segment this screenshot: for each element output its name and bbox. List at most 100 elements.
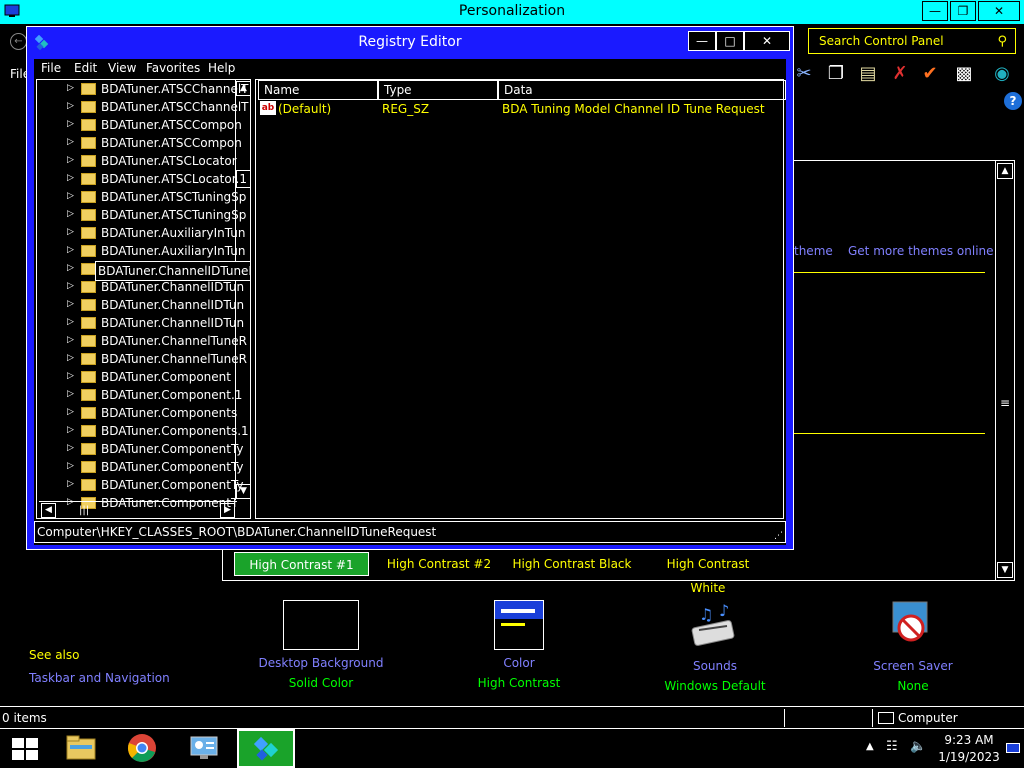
tree-item[interactable]: ▷ BDATuner.ATSCCompon bbox=[37, 135, 242, 153]
expand-arrow-icon[interactable]: ▷ bbox=[67, 137, 74, 147]
theme-link[interactable]: theme bbox=[794, 244, 833, 258]
theme-high-contrast-1[interactable]: High Contrast #1 bbox=[234, 552, 369, 576]
close-button[interactable]: ✕ bbox=[978, 1, 1020, 21]
theme-high-contrast-black[interactable]: High Contrast Black bbox=[512, 552, 632, 576]
minimize-button[interactable]: — bbox=[688, 31, 716, 51]
copy-icon[interactable]: ❐ bbox=[824, 62, 848, 86]
taskbar-file-explorer[interactable] bbox=[52, 729, 110, 768]
expand-arrow-icon[interactable]: ▷ bbox=[67, 119, 74, 129]
color-thumbnail[interactable] bbox=[494, 600, 544, 650]
clock-date[interactable]: 1/19/2023 bbox=[936, 750, 1002, 764]
column-header-type[interactable]: Type bbox=[378, 80, 498, 100]
tree-item[interactable]: ▷ BDATuner.ChannelTuneR bbox=[37, 351, 247, 369]
cut-icon[interactable]: ✂ bbox=[792, 62, 816, 86]
expand-arrow-icon[interactable]: ▷ bbox=[67, 407, 74, 417]
network-icon[interactable]: ☷ bbox=[886, 739, 902, 755]
tree-item[interactable]: ▷ BDATuner.ChannelIDTun bbox=[37, 315, 244, 333]
registry-editor-window[interactable]: Registry Editor — □ ✕ File Edit View Fav… bbox=[26, 26, 794, 550]
menu-view[interactable]: View bbox=[108, 61, 136, 75]
expand-arrow-icon[interactable]: ▷ bbox=[67, 173, 74, 183]
tree-item[interactable]: ▷ BDATuner.ATSCCompon bbox=[37, 117, 242, 135]
menu-help[interactable]: Help bbox=[208, 61, 235, 75]
tree-item[interactable]: ▷ BDATuner.AuxiliaryInTun bbox=[37, 225, 245, 243]
tree-item[interactable]: ▷ BDATuner.AuxiliaryInTun bbox=[37, 243, 245, 261]
values-list[interactable]: Name Type Data ab (Default) REG_SZ BDA T… bbox=[255, 79, 786, 519]
screen-saver-icon[interactable] bbox=[875, 600, 951, 650]
paste-icon[interactable]: ▤ bbox=[856, 62, 880, 86]
tree-item[interactable]: ▷BDATuner.ChannelIDTuneRequestBDATuner.C… bbox=[37, 261, 250, 281]
expand-arrow-icon[interactable]: ▷ bbox=[67, 443, 74, 453]
menu-edit[interactable]: Edit bbox=[74, 61, 97, 75]
expand-arrow-icon[interactable]: ▷ bbox=[67, 227, 74, 237]
sounds-value[interactable]: Windows Default bbox=[640, 679, 790, 693]
properties-icon[interactable]: ▩ bbox=[952, 62, 976, 86]
tree-item[interactable]: ▷ BDATuner.ChannelIDTun bbox=[37, 297, 244, 315]
clock-time[interactable]: 9:23 AM bbox=[936, 733, 1002, 747]
tree-item[interactable]: ▷ BDATuner.ATSCTuningSp bbox=[37, 189, 246, 207]
color-link[interactable]: Color bbox=[444, 656, 594, 670]
tree-item[interactable]: ▷ BDATuner.ATSCLocator bbox=[37, 153, 237, 171]
maximize-button[interactable]: □ bbox=[716, 31, 744, 51]
tree-item[interactable]: ▷ BDATuner.Components.1 bbox=[37, 423, 249, 441]
scroll-right-icon[interactable]: ▶ bbox=[220, 503, 235, 518]
desktop-background-item[interactable]: Desktop Background Solid Color bbox=[246, 600, 396, 690]
tree-item[interactable]: ▷ BDATuner.ATSCTuningSp bbox=[37, 207, 246, 225]
tree-horizontal-scrollbar[interactable]: ◀ ||| ▶ bbox=[39, 501, 237, 518]
close-button[interactable]: ✕ bbox=[744, 31, 790, 51]
color-item[interactable]: Color High Contrast bbox=[444, 600, 594, 690]
back-arrow-icon[interactable]: ← bbox=[10, 33, 27, 50]
expand-arrow-icon[interactable]: ▷ bbox=[67, 479, 74, 489]
taskbar-control-panel[interactable] bbox=[175, 729, 233, 768]
tree-item[interactable]: ▷ BDATuner.Component.1 bbox=[37, 387, 242, 405]
get-more-themes-link[interactable]: Get more themes online bbox=[848, 244, 994, 258]
expand-arrow-icon[interactable]: ▷ bbox=[67, 317, 74, 327]
delete-icon[interactable]: ✗ bbox=[888, 62, 912, 86]
expand-arrow-icon[interactable]: ▷ bbox=[67, 83, 74, 93]
search-input[interactable]: Search Control Panel ⚲ bbox=[808, 28, 1016, 54]
expand-arrow-icon[interactable]: ▷ bbox=[67, 101, 74, 111]
tree-item[interactable]: ▷ BDATuner.ComponentTy bbox=[37, 477, 244, 495]
scroll-up-icon[interactable]: ▲ bbox=[997, 163, 1013, 179]
tree-item[interactable]: ▷ BDATuner.ChannelIDTun bbox=[37, 279, 244, 297]
scroll-down-icon[interactable]: ▼ bbox=[236, 484, 250, 499]
column-header-name[interactable]: Name bbox=[258, 80, 378, 100]
selected-tree-item[interactable]: BDATuner.ChannelIDTuneRequest bbox=[95, 261, 250, 281]
tree-item[interactable]: ▷ BDATuner.Component bbox=[37, 369, 237, 387]
desktop-background-thumbnail[interactable] bbox=[283, 600, 359, 650]
start-button[interactable] bbox=[0, 729, 48, 768]
desktop-background-value[interactable]: Solid Color bbox=[246, 676, 396, 690]
expand-arrow-icon[interactable]: ▷ bbox=[67, 263, 74, 273]
screen-saver-link[interactable]: Screen Saver bbox=[838, 659, 988, 673]
value-row[interactable]: ab (Default) REG_SZ BDA Tuning Model Cha… bbox=[260, 100, 780, 118]
theme-high-contrast-2[interactable]: High Contrast #2 bbox=[384, 552, 494, 576]
expand-arrow-icon[interactable]: ▷ bbox=[67, 245, 74, 255]
tree-item[interactable]: ▷ BDATuner.ATSCChannelT bbox=[37, 81, 249, 99]
expand-arrow-icon[interactable]: ▷ bbox=[67, 209, 74, 219]
expand-arrow-icon[interactable]: ▷ bbox=[67, 353, 74, 363]
tree-item[interactable]: ▷ BDATuner.Components bbox=[37, 405, 237, 423]
key-tree[interactable]: ▷ BDATuner.ATSCChannelT ▷ BDATuner.ATSCChan… bbox=[36, 79, 251, 519]
help-icon[interactable]: ? bbox=[1004, 92, 1022, 110]
scroll-up-icon[interactable]: ▲ bbox=[236, 81, 250, 96]
scroll-thumb[interactable] bbox=[236, 170, 250, 188]
tree-vertical-scrollbar[interactable]: ▲ ▼ bbox=[235, 80, 250, 500]
personalization-titlebar[interactable]: Personalization — ❐ ✕ bbox=[0, 0, 1024, 24]
themes-scrollbar[interactable]: ▲ ≡ ▼ bbox=[995, 161, 1014, 580]
show-hidden-icons-icon[interactable]: ▲ bbox=[866, 741, 874, 752]
search-icon[interactable]: ⚲ bbox=[997, 34, 1007, 49]
check-icon[interactable]: ✔ bbox=[918, 62, 942, 86]
taskbar-navigation-link[interactable]: Taskbar and Navigation bbox=[29, 671, 170, 685]
expand-arrow-icon[interactable]: ▷ bbox=[67, 299, 74, 309]
sounds-link[interactable]: Sounds bbox=[640, 659, 790, 673]
scroll-grip-icon[interactable]: ||| bbox=[79, 505, 89, 517]
resize-grip-icon[interactable]: ⋰ bbox=[774, 531, 783, 541]
expand-arrow-icon[interactable]: ▷ bbox=[67, 281, 74, 291]
volume-icon[interactable]: 🔈 bbox=[910, 739, 926, 755]
sounds-item[interactable]: ♫ ♪ Sounds Windows Default bbox=[640, 600, 790, 693]
expand-arrow-icon[interactable]: ▷ bbox=[67, 371, 74, 381]
scroll-grip-icon[interactable]: ≡ bbox=[1000, 397, 1010, 409]
column-header-data[interactable]: Data bbox=[498, 80, 786, 100]
expand-arrow-icon[interactable]: ▷ bbox=[67, 461, 74, 471]
tree-item[interactable]: ▷ BDATuner.ComponentTy bbox=[37, 459, 244, 477]
expand-arrow-icon[interactable]: ▷ bbox=[67, 335, 74, 345]
